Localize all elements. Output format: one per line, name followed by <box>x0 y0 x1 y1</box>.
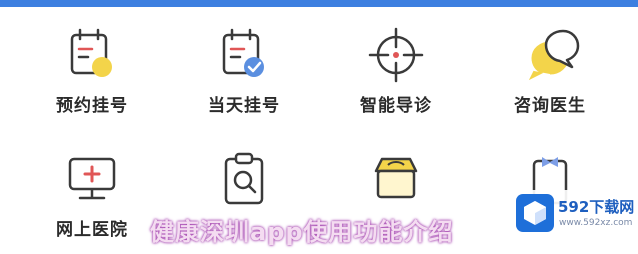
chat-bubbles-icon <box>528 29 580 81</box>
tile-report-search[interactable] <box>174 149 314 215</box>
video-caption: 健康深圳app使用功能介绍 <box>150 218 454 246</box>
calendar-yellow-dot-icon <box>70 28 112 77</box>
tile-online-hospital[interactable]: 网上医院 <box>22 149 162 240</box>
tile-same-day-registration[interactable]: 当天挂号 <box>174 25 314 116</box>
crosshair-icon <box>368 27 424 83</box>
tile-label: 咨询医生 <box>514 96 586 116</box>
tile-appointment-booking[interactable]: 预约挂号 <box>22 25 162 116</box>
tile-label: 当天挂号 <box>208 96 280 116</box>
clipboard-search-icon <box>224 152 264 205</box>
shop-icon <box>374 157 418 199</box>
monitor-cross-icon <box>68 157 116 200</box>
cube-logo-icon <box>516 194 554 232</box>
watermark: 592下载网 www.592xz.com <box>512 190 634 238</box>
watermark-url: www.592xz.com <box>559 218 633 228</box>
calendar-check-icon <box>222 28 264 77</box>
top-app-bar <box>0 0 638 7</box>
tile-shop[interactable] <box>326 149 466 215</box>
tile-label: 网上医院 <box>56 220 128 240</box>
tile-label: 预约挂号 <box>56 96 128 116</box>
watermark-name: 592下载网 <box>558 198 635 216</box>
tile-smart-triage[interactable]: 智能导诊 <box>326 25 466 116</box>
tile-consult-doctor[interactable]: 咨询医生 <box>480 25 620 116</box>
tile-label: 智能导诊 <box>360 96 432 116</box>
